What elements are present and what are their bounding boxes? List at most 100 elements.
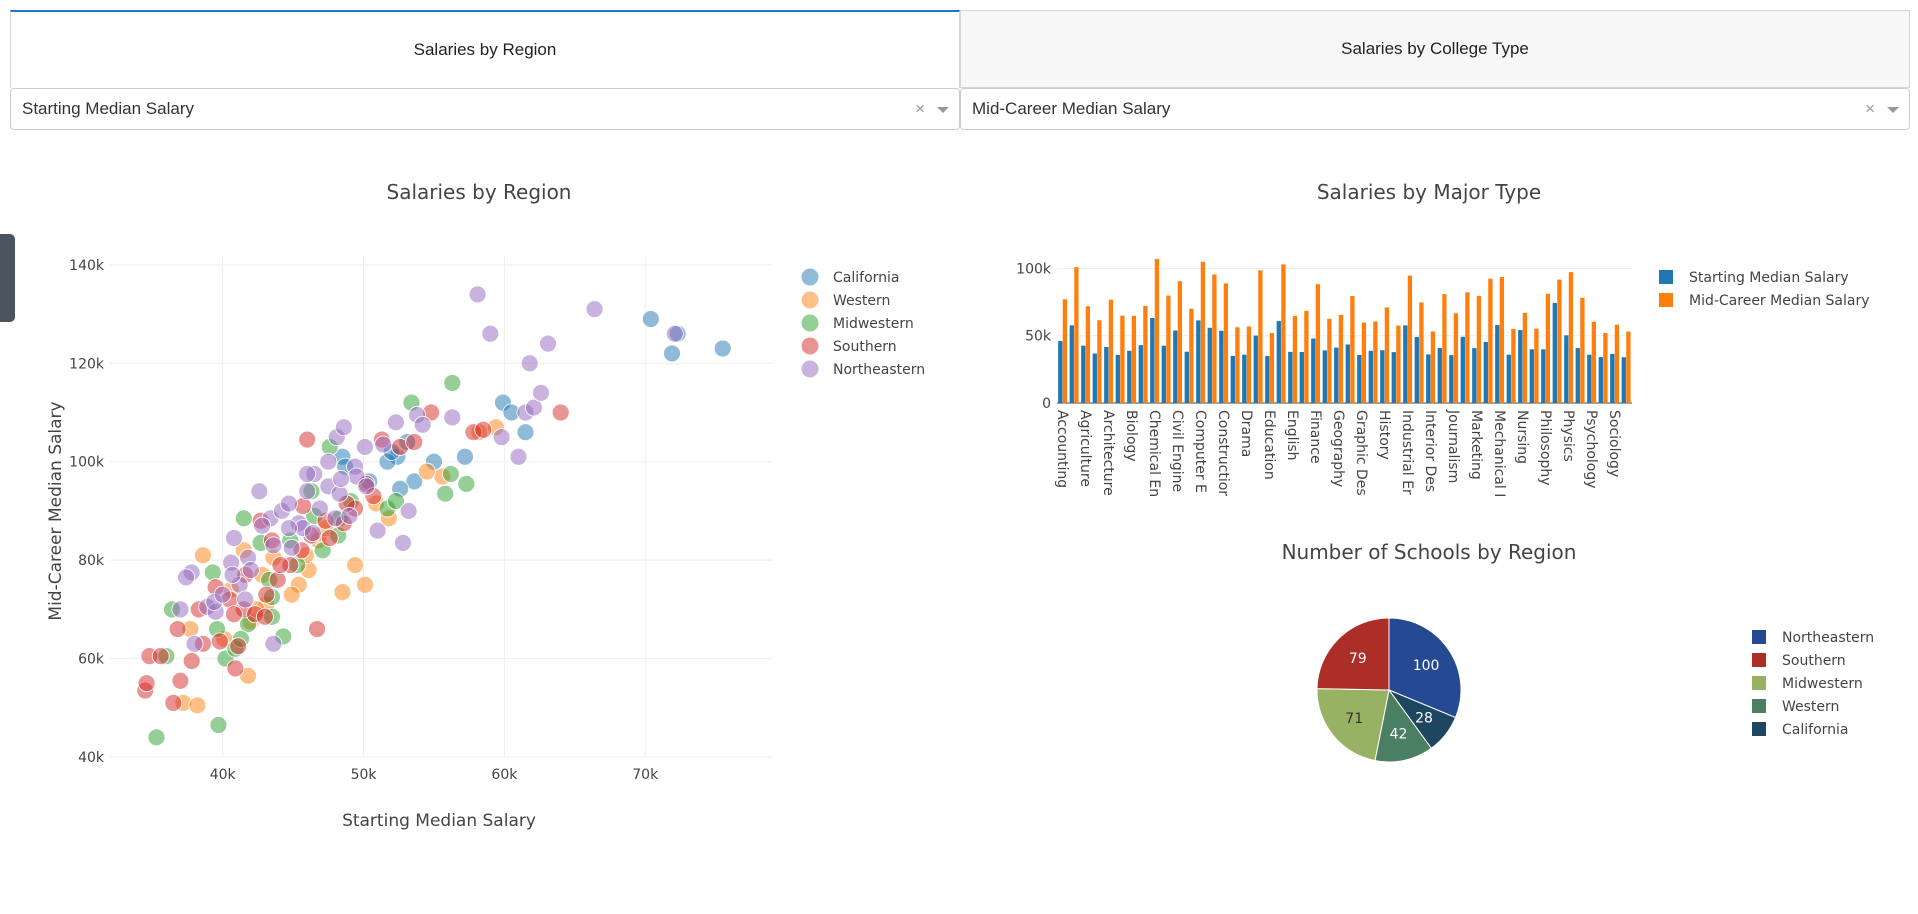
scatter-point-california: [360, 472, 379, 491]
bar-starting-salary: [1495, 325, 1500, 403]
bar-starting-salary: [1253, 335, 1258, 403]
bar-midcareer-salary: [1166, 295, 1171, 403]
bar-x-tick-label: Geography: [1330, 410, 1346, 487]
chevron-down-icon[interactable]: [1887, 107, 1899, 113]
pie-legend-swatch: [1752, 722, 1766, 736]
bar-starting-salary: [1621, 357, 1626, 403]
scatter-point-midwestern: [163, 600, 181, 619]
scatter-point-western: [253, 566, 272, 584]
bar-starting-salary: [1219, 330, 1224, 403]
clear-icon[interactable]: ×: [1865, 99, 1875, 119]
scatter-point-western: [346, 556, 364, 574]
scatter-point-western: [181, 620, 200, 638]
side-panel-handle[interactable]: [0, 234, 15, 322]
scatter-x-tick-label: 40k: [210, 767, 237, 783]
scatter-x-tick-label: 60k: [491, 767, 518, 783]
bar-midcareer-salary: [1488, 278, 1493, 403]
bar-midcareer-salary: [1143, 305, 1148, 403]
tab-salaries-by-college-type[interactable]: Salaries by College Type: [960, 10, 1910, 88]
bar-midcareer-salary: [1453, 313, 1459, 403]
bar-x-tick-label: Education: [1261, 410, 1277, 480]
bar-midcareer-salary: [1074, 267, 1079, 403]
bar-midcareer-salary: [1097, 320, 1102, 403]
pie-legend-label: Midwestern: [1782, 676, 1863, 692]
clear-icon[interactable]: ×: [915, 99, 925, 119]
scatter-point-northeastern: [347, 467, 366, 486]
bar-x-tick-label: Nursing: [1514, 410, 1530, 464]
scatter-legend-label: Midwestern: [833, 316, 914, 332]
bar-starting-salary: [1265, 356, 1270, 403]
scatter-point-northeastern: [585, 300, 604, 319]
scatter-point-southern: [294, 497, 312, 515]
scatter-point-southern: [164, 693, 183, 712]
scatter-point-southern: [246, 605, 264, 624]
bar-midcareer-salary: [1511, 329, 1516, 403]
bar-x-tick-label: Physics: [1560, 410, 1576, 462]
scatter-point-midwestern: [329, 526, 348, 545]
scatter-point-northeastern: [230, 575, 249, 594]
bar-y-ticks: 0 50k 100k: [1016, 261, 1052, 412]
scatter-legend-label: Northeastern: [833, 362, 925, 378]
scatter-point-northeastern: [525, 398, 543, 417]
bar-x-tick-label: Industrial Er: [1399, 410, 1415, 495]
scatter-point-california: [502, 403, 521, 422]
scatter-point-northeastern: [346, 457, 364, 476]
scatter-point-western: [356, 575, 374, 594]
scatter-point-northeastern: [394, 534, 412, 552]
bar-midcareer-salary: [1120, 315, 1125, 403]
bar-starting-salary: [1529, 349, 1534, 403]
scatter-point-western: [194, 546, 212, 565]
scatter-point-northeastern: [334, 418, 353, 437]
scatter-point-western: [188, 696, 207, 715]
pie-slice-midwestern: [1316, 688, 1390, 762]
scatter-point-northeastern: [222, 553, 241, 572]
bar-midcareer-salary: [1085, 306, 1091, 403]
bar-legend: Starting Median Salary Mid-Career Median …: [1659, 270, 1870, 309]
scatter-legend-label: California: [833, 270, 899, 286]
scatter-point-midwestern: [216, 649, 235, 668]
scatter-point-northeastern: [326, 509, 345, 528]
bar-x-tick-label: Marketing: [1468, 410, 1484, 480]
scatter-point-midwestern: [313, 541, 332, 560]
bar-midcareer-salary: [1465, 292, 1470, 403]
scatter-point-northeastern: [356, 438, 374, 456]
scatter-point-southern: [364, 487, 383, 506]
scatter-point-midwestern: [387, 492, 405, 510]
bar-starting-salary: [1460, 336, 1465, 403]
bar-starting-salary: [1345, 344, 1350, 403]
y-axis-dropdown[interactable]: Mid-Career Median Salary ×: [960, 88, 1910, 130]
scatter-point-midwestern: [226, 639, 245, 658]
chevron-down-icon[interactable]: [937, 107, 949, 113]
scatter-x-tick-label: 50k: [351, 767, 378, 783]
bar-starting-salary: [1541, 349, 1546, 403]
bar-midcareer-salary: [1223, 283, 1229, 403]
scatter-point-california: [425, 452, 443, 471]
x-axis-dropdown[interactable]: Starting Median Salary ×: [10, 88, 960, 130]
pie-slice-california: [1387, 688, 1457, 749]
scatter-point-southern: [464, 423, 483, 442]
scatter-point-southern: [236, 566, 255, 584]
scatter-point-northeastern: [239, 548, 257, 567]
pie-legend-label: Western: [1782, 699, 1839, 715]
scatter-point-california: [378, 452, 397, 471]
scatter-point-midwestern: [305, 506, 324, 525]
scatter-point-southern: [372, 430, 391, 449]
pie-legend-label: Northeastern: [1782, 630, 1874, 646]
scatter-point-northeastern: [509, 447, 528, 466]
bar-starting-salary: [1506, 354, 1511, 403]
scatter-point-midwestern: [441, 465, 460, 483]
scatter-point-midwestern: [251, 534, 270, 552]
scatter-point-southern: [229, 637, 248, 656]
bar-starting-salary: [1414, 336, 1419, 403]
scatter-point-northeastern: [665, 324, 684, 343]
bar-starting-salary: [1587, 354, 1592, 403]
scatter-point-northeastern: [310, 499, 329, 518]
bar-starting-salary: [1276, 321, 1281, 403]
bar-x-tick-label: English: [1284, 410, 1300, 461]
charts-canvas: Salaries by Region 40k 60k 80k 100k 120k 140k…: [46, 180, 1874, 831]
scatter-point-southern: [320, 529, 339, 547]
tab-salaries-by-region[interactable]: Salaries by Region: [10, 10, 960, 88]
bar-gridlines: [1057, 267, 1632, 404]
scatter-point-southern: [206, 578, 225, 597]
bar-midcareer-salary: [1269, 333, 1275, 403]
